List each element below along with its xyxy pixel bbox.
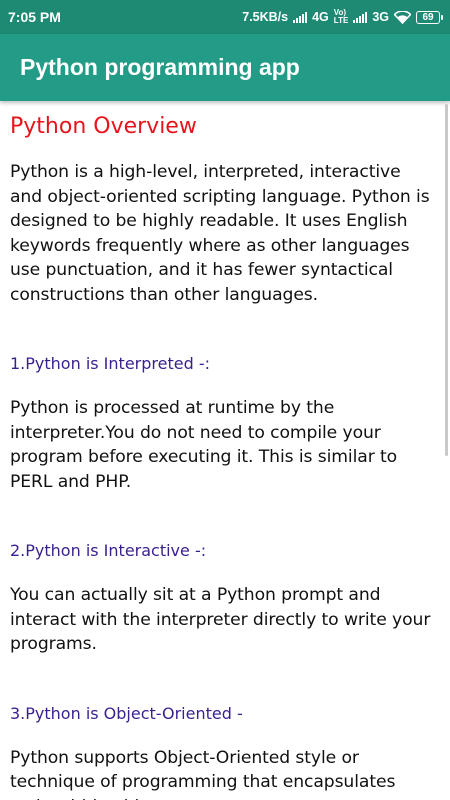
network-speed: 7.5KB/s (242, 10, 289, 24)
signal-icon (293, 11, 308, 23)
section-heading-interpreted: 1.Python is Interpreted -: (10, 354, 210, 373)
scrollbar[interactable] (445, 104, 448, 456)
battery-icon: 69 (416, 10, 443, 24)
content-scroll[interactable]: Python Overview Python is a high-level, … (0, 101, 444, 800)
section-body-interactive: You can actually sit at a Python prompt … (10, 585, 431, 654)
network-3g-label: 3G (372, 10, 389, 24)
battery-level: 69 (422, 11, 434, 23)
section-body-object-oriented: Python supports Object-Oriented style or… (10, 747, 396, 800)
signal-icon-2 (353, 11, 368, 23)
intro-paragraph: Python is a high-level, interpreted, int… (10, 162, 430, 305)
section-heading-interactive: 2.Python is Interactive -: (10, 541, 207, 560)
app-bar: Python programming app (0, 34, 450, 101)
section-body-interpreted: Python is processed at runtime by the in… (10, 398, 398, 492)
status-bar: 7:05 PM 7.5KB/s 4G Vo) LTE 3G 69 (0, 0, 450, 34)
app-title: Python programming app (20, 54, 300, 80)
status-time: 7:05 PM (8, 9, 61, 25)
page-title: Python Overview (10, 114, 197, 139)
status-icons: 7.5KB/s 4G Vo) LTE 3G 69 (242, 9, 443, 25)
network-4g-label: 4G (312, 10, 329, 24)
section-heading-object-oriented: 3.Python is Object-Oriented - (10, 703, 243, 723)
volte-bottom-label: LTE (333, 16, 349, 25)
volte-icon: Vo) LTE (334, 9, 349, 25)
wifi-icon (394, 10, 411, 24)
